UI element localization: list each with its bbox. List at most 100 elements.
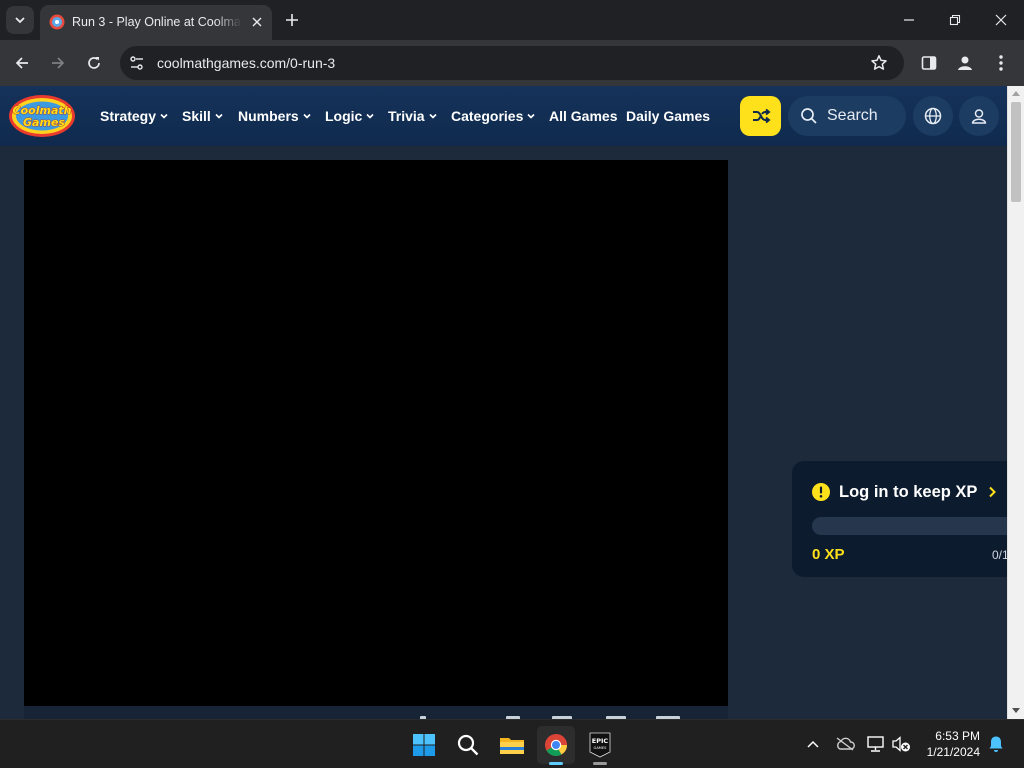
forward-button[interactable] [43,48,73,78]
close-icon [995,14,1007,26]
coolmath-games-logo[interactable]: Coolmath Games [8,94,76,138]
taskbar-search-button[interactable] [449,726,487,764]
side-panel-icon [921,56,937,70]
chevron-right-icon[interactable] [986,485,998,499]
nav-daily-games[interactable]: Daily Games [626,86,710,146]
chevron-down-icon [215,113,223,119]
chevron-down-icon [366,113,374,119]
minimize-window-button[interactable] [886,0,932,40]
xp-value: 0 XP [812,546,845,563]
nav-strategy[interactable]: Strategy [100,86,169,146]
xp-goal: 0/1 [992,548,1007,562]
minimize-icon [904,19,914,21]
tab-search-button[interactable] [6,6,34,34]
arrow-left-icon [15,57,28,69]
nav-skill[interactable]: Skill [182,86,224,146]
cloud-offline-icon [836,737,855,751]
new-tab-button[interactable] [280,8,304,32]
tab-close-button[interactable] [248,13,266,31]
clock-time[interactable]: 6:53 PM [916,729,980,744]
epic-games-button[interactable]: EPIC GAMES [581,726,619,764]
network-icon [867,736,884,752]
windows-logo-icon [413,734,435,756]
browser-menu-button[interactable] [990,52,1012,74]
chevron-down-icon [429,113,437,119]
arrow-right-icon [52,57,65,69]
browser-toolbar: coolmathgames.com/0-run-3 [0,40,1024,86]
chevron-down-icon [527,113,535,119]
user-icon [971,109,987,124]
search-icon [800,107,818,125]
nav-categories[interactable]: Categories [451,86,536,146]
windows-taskbar: EPIC GAMES 6:53 PM 1/21/2024 [0,719,1024,768]
globe-icon [924,107,942,125]
xp-login-card[interactable]: Log in to keep XP 0 XP 0/1 [792,461,1007,577]
nav-logic[interactable]: Logic [325,86,375,146]
side-panel-button[interactable] [918,52,940,74]
onedrive-tray-button[interactable] [835,734,855,754]
xp-card-title[interactable]: Log in to keep XP [839,482,977,502]
nav-label: All Games [549,108,618,124]
chevron-down-icon [160,113,168,119]
shuffle-icon [752,108,771,124]
clock-date[interactable]: 1/21/2024 [916,745,980,760]
file-explorer-button[interactable] [493,726,531,764]
chrome-taskbar-button[interactable] [537,726,575,764]
nav-trivia[interactable]: Trivia [388,86,438,146]
account-button[interactable] [959,96,999,136]
nav-all-games[interactable]: All Games [549,86,617,146]
browser-tab-active[interactable]: Run 3 - Play Online at Coolmath Games [40,5,272,40]
close-icon [252,17,262,27]
profile-button[interactable] [954,52,976,74]
notifications-button[interactable] [986,734,1006,754]
restore-window-button[interactable] [932,0,978,40]
nav-label: Strategy [100,108,157,124]
volume-tray-button[interactable] [891,734,911,754]
scroll-up-arrow-icon[interactable] [1012,90,1020,96]
site-header: Coolmath Games Strategy Skill Numbers Lo… [0,86,1007,146]
more-vertical-icon [999,55,1003,71]
svg-text:EPIC: EPIC [592,737,609,745]
start-button[interactable] [405,726,443,764]
nav-label: Skill [182,108,211,124]
random-game-button[interactable] [740,96,781,136]
scroll-down-arrow-icon[interactable] [1012,708,1020,714]
search-button[interactable]: Search [788,96,906,136]
back-button[interactable] [7,48,37,78]
page-content: Log in to keep XP 0 XP 0/1 [0,146,1007,719]
tab-title: Run 3 - Play Online at Coolmath Games [72,15,242,29]
chevron-down-icon [303,113,311,119]
nav-numbers[interactable]: Numbers [238,86,312,146]
chrome-icon [545,734,567,756]
nav-label: Logic [325,108,363,124]
nav-label: Numbers [238,108,299,124]
active-app-indicator [549,762,563,765]
coolmath-favicon-icon [49,14,65,30]
game-canvas[interactable] [24,160,728,706]
language-button[interactable] [913,96,953,136]
nav-label: Daily Games [626,108,711,124]
url-text[interactable]: coolmathgames.com/0-run-3 [157,54,335,72]
svg-text:Games: Games [23,116,65,129]
alert-icon [812,483,830,501]
address-bar[interactable]: coolmathgames.com/0-run-3 [120,46,904,80]
page-scrollbar[interactable] [1007,86,1024,719]
nav-label: Trivia [388,108,425,124]
bell-icon [989,736,1003,752]
nav-label: Categories [451,108,524,124]
chevron-up-icon [807,740,819,748]
volume-muted-icon [892,736,910,752]
network-tray-button[interactable] [866,734,886,754]
epic-games-icon: EPIC GAMES [589,732,611,758]
scrollbar-thumb[interactable] [1011,102,1021,202]
show-hidden-icons-button[interactable] [803,734,823,754]
reload-button[interactable] [79,48,109,78]
chevron-down-icon [15,17,25,24]
search-label: Search [827,107,878,124]
xp-progress-bar [812,517,1007,535]
svg-text:GAMES: GAMES [594,746,608,750]
folder-icon [500,738,524,754]
close-window-button[interactable] [978,0,1024,40]
bookmark-star-icon[interactable] [870,54,888,72]
site-info-icon[interactable] [128,54,146,72]
